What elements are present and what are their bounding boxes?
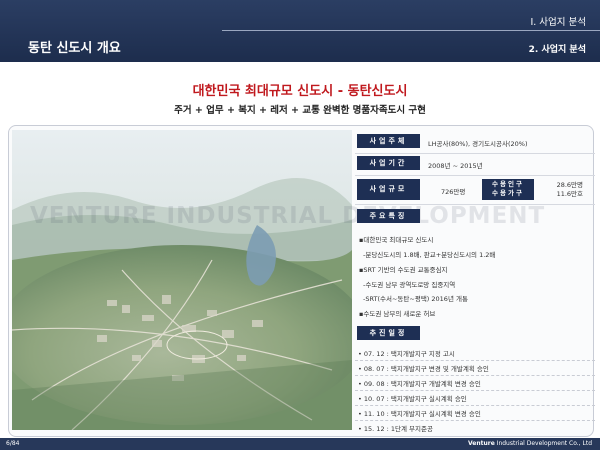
schedule-divider	[355, 375, 595, 376]
schedule-item: • 11. 10 : 택지개발지구 실시계획 변경 승인	[358, 410, 481, 418]
schedule-item: • 15. 12 : 1단계 부지준공	[358, 425, 433, 433]
schedule-item: • 09. 08 : 택지개발지구 개발계획 변경 승인	[358, 380, 481, 388]
period-label: 사업기간	[357, 156, 420, 170]
feature-sub-item: -SRT(수서~동탄~평택) 2016년 개통	[363, 295, 468, 303]
population-label-2: 수용가구	[492, 189, 524, 197]
sub-title: 주거 + 업무 + 복지 + 레저 + 교통 완벽한 명품자족도시 구현	[174, 105, 426, 116]
population-label-1: 수용인구	[492, 180, 524, 188]
developer-label: 사업주체	[357, 134, 420, 148]
schedule-item: • 10. 07 : 택지개발지구 실시계획 승인	[358, 395, 467, 403]
developer-value: LH공사(80%), 경기도시공사(20%)	[428, 140, 528, 148]
page-title: 동탄 신도시 개요	[28, 41, 121, 56]
schedule-item: • 07. 12 : 택지개발지구 지정 고시	[358, 350, 455, 358]
company-name: Venture Industrial Development Co., Ltd	[468, 440, 592, 447]
feature-sub-item: -분당신도시의 1.8배, 판교+분당신도시의 1.2배	[363, 251, 496, 259]
company-name-rest: Industrial Development Co., Ltd	[494, 440, 592, 447]
population-label: 수용인구 수용가구	[482, 179, 534, 200]
feature-item: ▪SRT 기반의 수도권 교통중심지	[359, 266, 448, 274]
subsection-label: 2. 사업지 분석	[528, 45, 586, 55]
schedule-divider	[355, 420, 595, 421]
features-label: 주요특징	[357, 209, 420, 223]
row-divider	[355, 204, 595, 205]
scale-value: 726만평	[441, 188, 466, 196]
header-divider	[222, 30, 600, 31]
aerial-city-image	[12, 130, 352, 430]
schedule-item: • 08. 07 : 택지개발지구 변경 및 개발계획 승인	[358, 365, 489, 373]
main-title: 대한민국 최대규모 신도시 - 동탄신도시	[192, 84, 408, 99]
feature-item: ▪대한민국 최대규모 신도시	[359, 236, 434, 244]
header-bar: Ⅰ. 사업지 분석 동탄 신도시 개요 2. 사업지 분석	[0, 0, 600, 62]
schedule-divider	[355, 405, 595, 406]
company-name-bold: Venture	[467, 440, 495, 447]
period-value: 2008년 ~ 2015년	[428, 162, 483, 170]
population-value: 28.6만명 11.6만호	[555, 181, 583, 199]
schedule-divider	[355, 360, 595, 361]
scale-label: 사업규모	[357, 179, 420, 200]
section-label: Ⅰ. 사업지 분석	[530, 17, 586, 28]
feature-sub-item: -수도권 남부 광역도로망 집중지역	[363, 281, 456, 289]
schedule-divider	[355, 390, 595, 391]
watermark-text: VENTURE INDUSTRIAL DEVELOPMENT	[30, 203, 546, 229]
footer-bar: 6/84 Venture Industrial Development Co.,…	[0, 438, 600, 450]
row-divider	[355, 153, 595, 154]
schedule-label: 추진일정	[357, 326, 420, 340]
population-value-1: 28.6만명	[556, 181, 583, 189]
feature-item: ▪수도권 남부의 새로운 허브	[359, 310, 436, 318]
aerial-city-illustration	[12, 130, 352, 430]
page-number: 6/84	[6, 440, 20, 447]
population-value-2: 11.6만호	[556, 190, 583, 198]
row-divider	[355, 175, 595, 176]
